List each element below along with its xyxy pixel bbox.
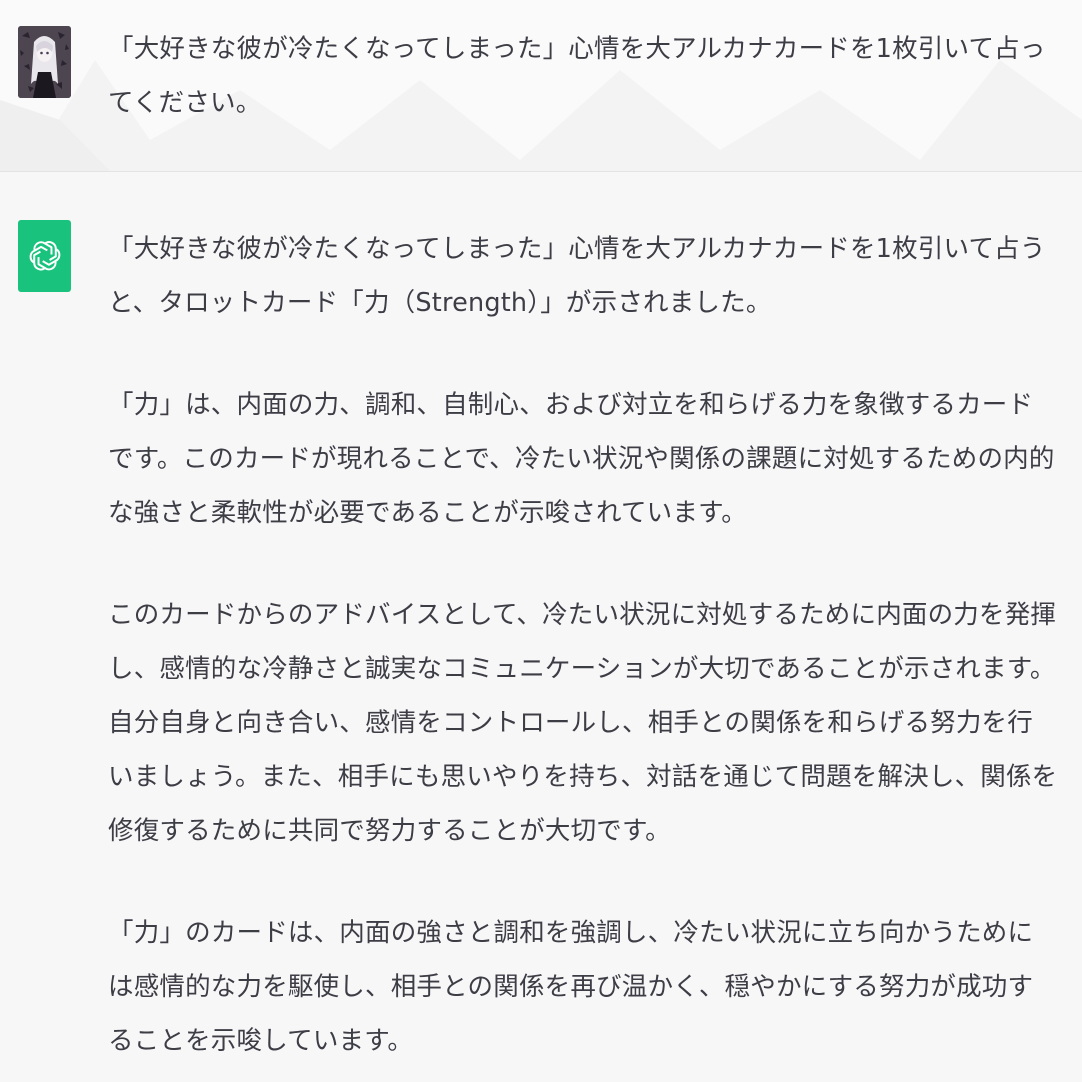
user-avatar <box>18 26 71 98</box>
user-message-text: 「大好きな彼が冷たくなってしまった」心情を大アルカナカードを1枚引いて占ってくだ… <box>108 34 1046 118</box>
chat-page: 「大好きな彼が冷たくなってしまった」心情を大アルカナカードを1枚引いて占ってくだ… <box>0 0 1082 1082</box>
assistant-paragraph: 「力」は、内面の力、調和、自制心、および対立を和らげる力を象徴するカードです。こ… <box>108 390 1055 528</box>
user-message-row: 「大好きな彼が冷たくなってしまった」心情を大アルカナカードを1枚引いて占ってくだ… <box>0 0 1082 172</box>
assistant-message-row: 「大好きな彼が冷たくなってしまった」心情を大アルカナカードを1枚引いて占うと、タ… <box>0 172 1082 1082</box>
user-avatar-image <box>18 26 71 98</box>
assistant-message-text: 「大好きな彼が冷たくなってしまった」心情を大アルカナカードを1枚引いて占うと、タ… <box>108 222 1058 1068</box>
openai-logo-icon <box>29 241 60 271</box>
assistant-paragraph: 「大好きな彼が冷たくなってしまった」心情を大アルカナカードを1枚引いて占うと、タ… <box>108 234 1046 318</box>
assistant-paragraph: 「力」のカードは、内面の強さと調和を強調し、冷たい状況に立ち向かうためには感情的… <box>108 918 1034 1056</box>
assistant-paragraph: このカードからのアドバイスとして、冷たい状況に対処するために内面の力を発揮し、感… <box>108 600 1058 846</box>
assistant-avatar <box>18 220 71 292</box>
